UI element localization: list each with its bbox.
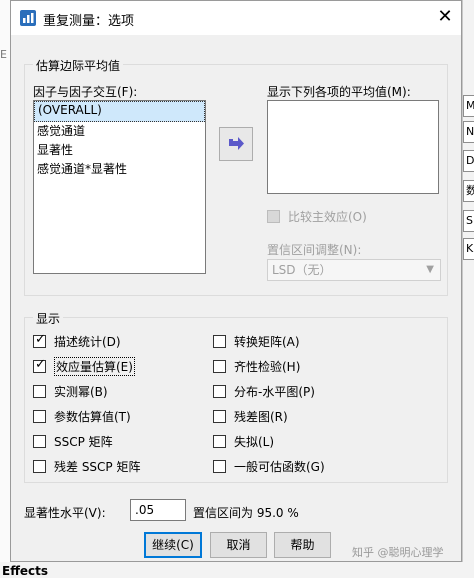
background-right-panel [462, 0, 474, 578]
watermark: 知乎 @聪明心理学 [352, 546, 444, 559]
background-tab[interactable]: K [463, 238, 474, 260]
checkbox-label: 齐性检验(H) [234, 359, 301, 374]
checkbox-label: 转换矩阵(A) [234, 334, 300, 349]
effect-size-checkbox[interactable]: ✓ 效应量估算(E) [33, 356, 135, 376]
factors-listbox[interactable]: (OVERALL) 感觉通道 显著性 感觉通道*显著性 [33, 100, 206, 274]
background-tab[interactable]: D [463, 150, 474, 172]
checkbox-label: 失拟(L) [234, 434, 275, 449]
checkbox-label: 参数估算值(T) [54, 409, 131, 424]
descriptive-stats-checkbox[interactable]: ✓ 描述统计(D) [33, 332, 121, 350]
group-title: 估算边际平均值 [33, 57, 124, 74]
background-tab[interactable]: 数 [463, 180, 474, 202]
checkmark-icon: ✓ [35, 356, 46, 372]
checkbox-box [213, 359, 226, 373]
background-output-heading: Effects [2, 564, 49, 578]
checkbox-label: 比较主效应(O) [288, 209, 367, 224]
checkbox-box [213, 384, 226, 398]
checkbox-label: 残差 SSCP 矩阵 [54, 459, 141, 474]
continue-button[interactable]: 继续(C) [144, 532, 202, 558]
checkbox-box: ✓ [33, 356, 46, 373]
list-item[interactable]: 感觉通道*显著性 [34, 160, 205, 179]
checkbox-label: SSCP 矩阵 [54, 434, 113, 449]
list-item[interactable]: 显著性 [34, 141, 205, 160]
help-button[interactable]: 帮助 [274, 532, 331, 558]
checkbox-box [213, 459, 226, 473]
background-bottom-strip [0, 562, 474, 578]
list-item-overall[interactable]: (OVERALL) [34, 101, 205, 122]
spss-app-icon [19, 9, 37, 27]
checkbox-label: 实测幂(B) [54, 384, 108, 399]
ci-adjustment-value: LSD（无） [272, 263, 332, 277]
checkbox-box [33, 384, 46, 398]
compare-main-effects-checkbox[interactable]: 比较主效应(O) [267, 207, 367, 225]
checkbox-box: ✓ [33, 331, 46, 348]
checkbox-box [267, 209, 280, 223]
checkmark-icon: ✓ [35, 331, 46, 347]
checkbox-label: 一般可估函数(G) [234, 459, 325, 474]
significance-level-label: 显著性水平(V): [24, 506, 106, 520]
lack-of-fit-checkbox[interactable]: 失拟(L) [213, 432, 274, 450]
checkbox-box [213, 409, 226, 423]
general-estimable-function-checkbox[interactable]: 一般可估函数(G) [213, 457, 325, 475]
options-dialog: 重复测量：选项 ✕ 估算边际平均值 因子与因子交互(F): (OVERALL) … [10, 0, 462, 562]
ci-adjustment-label: 置信区间调整(N): [267, 243, 362, 257]
move-right-button[interactable] [219, 127, 253, 161]
checkbox-label: 效应量估算(E) [54, 356, 135, 376]
checkbox-label: 描述统计(D) [54, 334, 121, 349]
checkbox-box [33, 409, 46, 423]
residual-sscp-matrix-checkbox[interactable]: 残差 SSCP 矩阵 [33, 457, 140, 475]
checkbox-label: 残差图(R) [234, 409, 288, 424]
significance-level-value: .05 [135, 503, 155, 517]
cancel-button[interactable]: 取消 [210, 532, 267, 558]
checkbox-box [213, 334, 226, 348]
transformation-matrix-checkbox[interactable]: 转换矩阵(A) [213, 332, 300, 350]
confidence-interval-text: 置信区间为 95.0 % [193, 506, 299, 520]
background-left-panel: E [0, 0, 10, 578]
dialog-title: 重复测量：选项 [43, 14, 135, 29]
group-title: 显示 [33, 310, 64, 327]
significance-level-input[interactable]: .05 [130, 499, 186, 521]
close-icon[interactable]: ✕ [435, 7, 455, 27]
background-tab[interactable]: S [463, 210, 474, 232]
background-tab[interactable]: N [463, 121, 474, 143]
observed-power-checkbox[interactable]: 实测幂(B) [33, 382, 108, 400]
checkbox-box [33, 459, 46, 473]
ci-adjustment-select[interactable]: LSD（无） ▼ [267, 259, 441, 281]
spread-level-plot-checkbox[interactable]: 分布-水平图(P) [213, 382, 315, 400]
checkbox-box [213, 434, 226, 448]
list-item[interactable]: 感觉通道 [34, 122, 205, 141]
display-means-listbox[interactable] [267, 100, 439, 194]
checkbox-label: 分布-水平图(P) [234, 384, 315, 399]
background-tab[interactable]: M [463, 95, 474, 117]
chevron-down-icon: ▼ [426, 264, 434, 275]
sscp-matrix-checkbox[interactable]: SSCP 矩阵 [33, 432, 113, 450]
display-means-label: 显示下列各项的平均值(M): [267, 85, 411, 99]
background-left-fragment: E [0, 48, 7, 61]
residual-plot-checkbox[interactable]: 残差图(R) [213, 407, 288, 425]
title-bar[interactable]: 重复测量：选项 ✕ [11, 1, 461, 35]
parameter-estimates-checkbox[interactable]: 参数估算值(T) [33, 407, 131, 425]
homogeneity-test-checkbox[interactable]: 齐性检验(H) [213, 357, 300, 375]
checkbox-box [33, 434, 46, 448]
factors-label: 因子与因子交互(F): [33, 85, 138, 99]
